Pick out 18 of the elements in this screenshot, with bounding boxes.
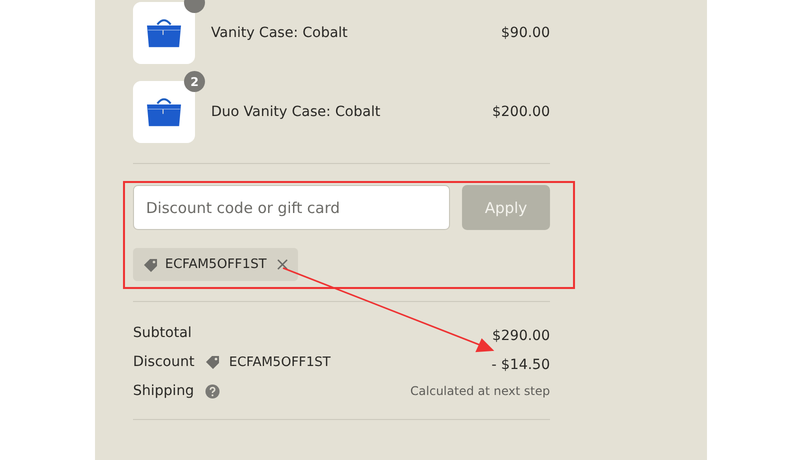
quantity-badge: 2	[184, 71, 205, 92]
product-name: Duo Vanity Case: Cobalt	[211, 104, 382, 120]
summary-value: $290.00	[492, 328, 550, 344]
discount-code-field[interactable]: Discount code or gift card	[133, 185, 450, 230]
discount-code: ECFAM5OFF1ST	[229, 354, 331, 370]
summary-value: - $14.50	[492, 357, 550, 373]
summary-value: Calculated at next step	[410, 384, 550, 398]
product-price: $90.00	[501, 25, 550, 41]
help-icon[interactable]	[205, 384, 220, 398]
tag-icon	[205, 354, 221, 370]
summary-label: Discount	[133, 354, 196, 370]
product-name: Vanity Case: Cobalt	[211, 25, 349, 41]
tag-icon	[143, 256, 159, 272]
summary-label: Shipping	[133, 383, 196, 399]
discount-code: ECFAM5OFF1ST	[165, 257, 267, 272]
product-price: $200.00	[492, 104, 550, 120]
summary-label: Subtotal	[133, 325, 193, 341]
close-icon[interactable]	[276, 259, 288, 270]
